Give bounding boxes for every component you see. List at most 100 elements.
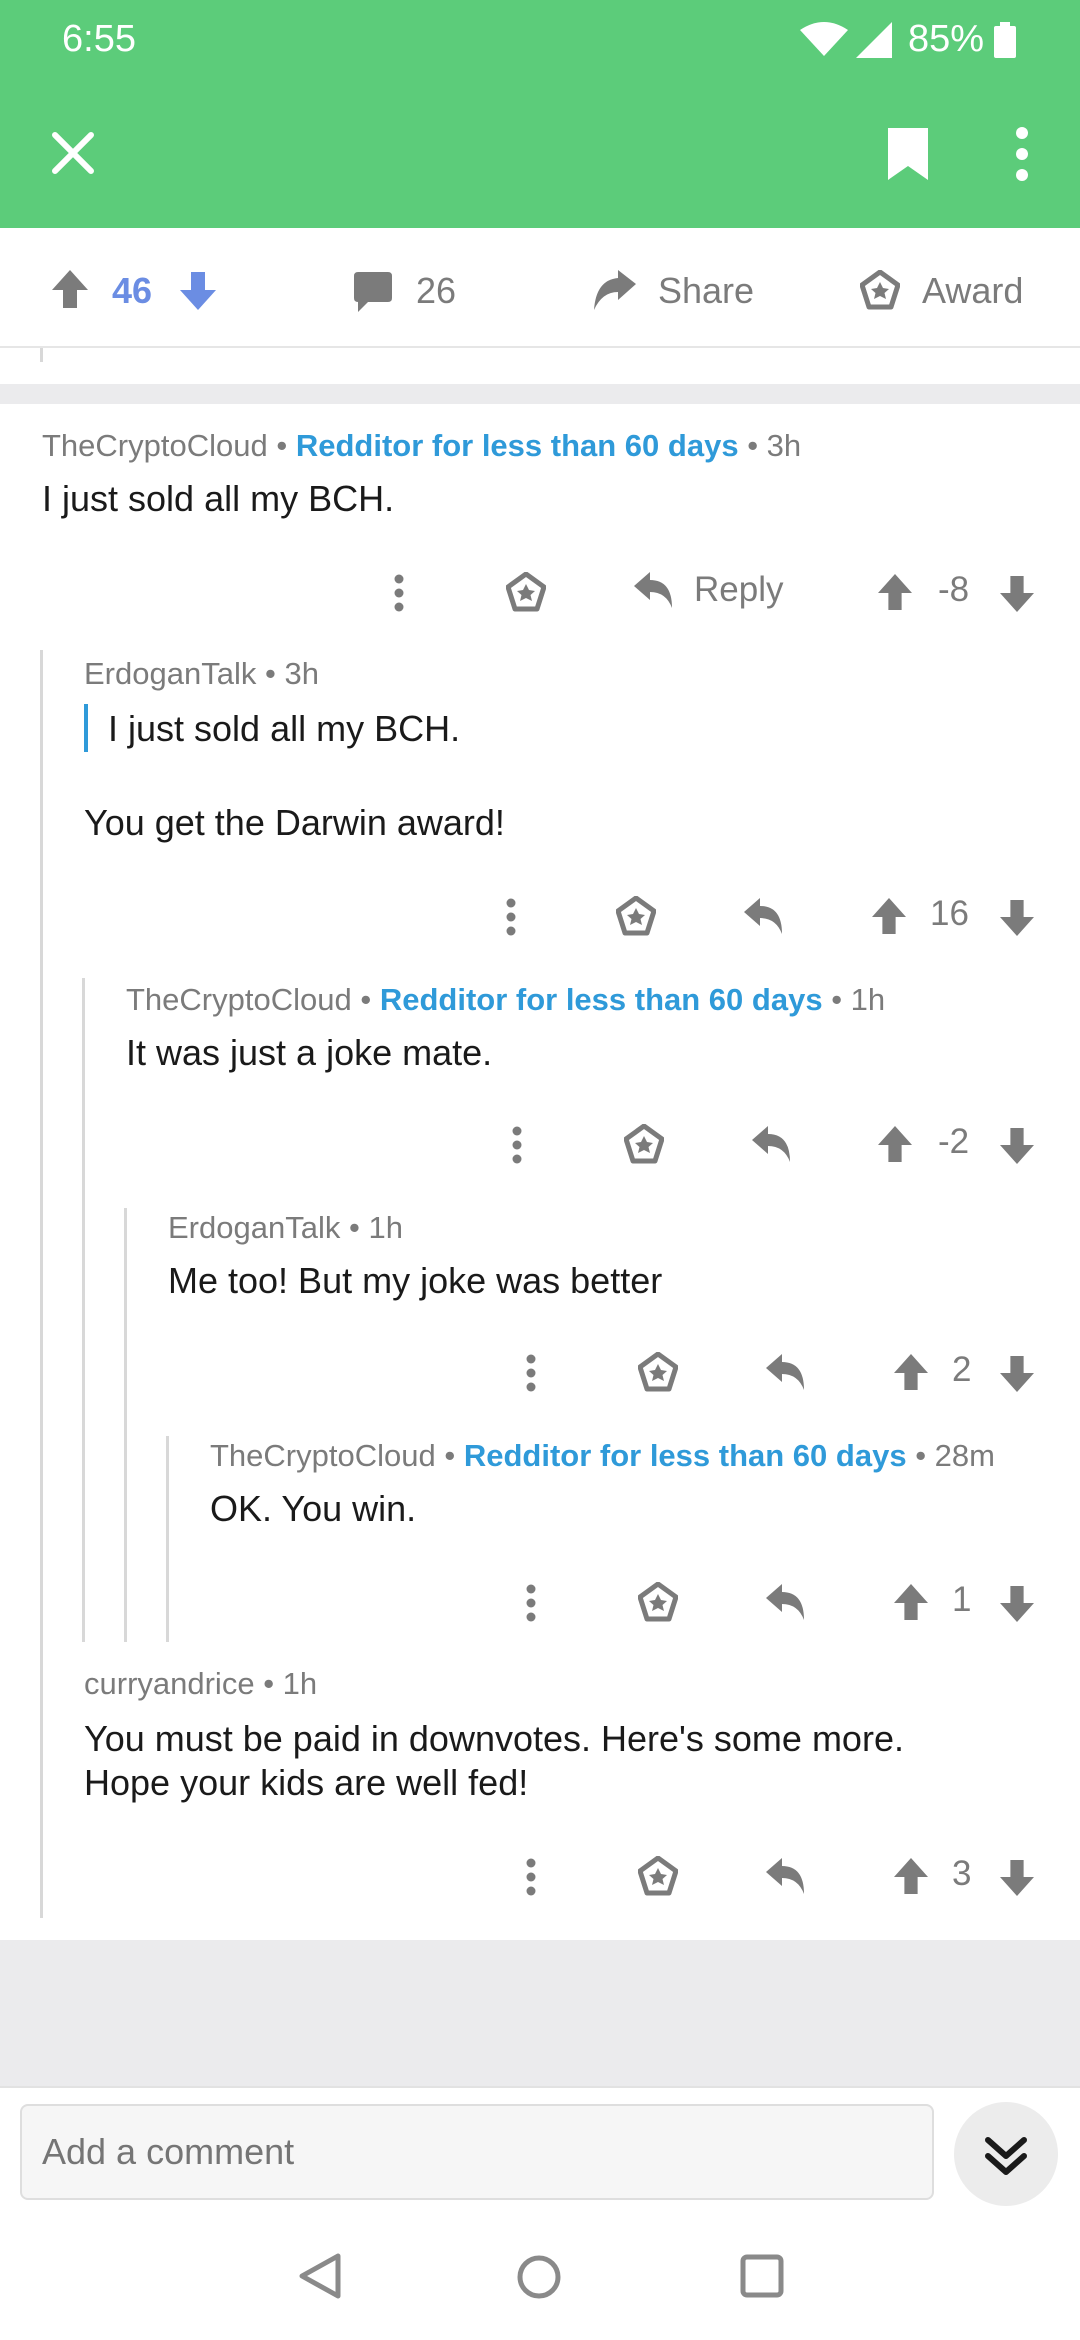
reply-button[interactable]: Reply: [694, 570, 783, 610]
quoted-text: I just sold all my BCH.: [108, 708, 461, 749]
comment-actions: 2: [0, 1340, 1080, 1404]
quote-bar: [84, 704, 88, 752]
overflow-menu-icon[interactable]: [1014, 126, 1030, 182]
comment-author[interactable]: TheCryptoCloud: [42, 428, 268, 463]
thread-line: [40, 348, 43, 362]
downvote-icon[interactable]: [1000, 1586, 1034, 1622]
comment-body: Hope your kids are well fed!: [84, 1762, 529, 1803]
meta-separator: •: [915, 1438, 927, 1473]
top-toolbar: [0, 80, 1080, 228]
reply-icon[interactable]: [752, 1126, 790, 1162]
comment-age: 1h: [368, 1210, 403, 1245]
award-icon[interactable]: [624, 1124, 664, 1164]
empty-footer-area: [0, 1940, 1080, 2086]
upvote-icon[interactable]: [878, 1126, 912, 1162]
system-nav-bar: [0, 2216, 1080, 2340]
user-flair: Redditor for less than 60 days: [295, 428, 739, 463]
reply-icon[interactable]: [766, 1354, 804, 1390]
downvote-icon[interactable]: [1000, 1356, 1034, 1392]
comment-body: OK. You win.: [210, 1488, 417, 1529]
award-icon[interactable]: [860, 270, 900, 310]
meta-separator: •: [360, 982, 372, 1017]
comment-body: You get the Darwin award!: [84, 802, 505, 843]
downvote-icon[interactable]: [1000, 576, 1034, 612]
section-divider: [0, 384, 1080, 404]
comment-age: 3h: [284, 656, 319, 691]
thread-line: [82, 978, 85, 1642]
nav-home-icon[interactable]: [516, 2254, 562, 2300]
reply-icon[interactable]: [744, 898, 782, 934]
upvote-icon[interactable]: [894, 1858, 928, 1894]
share-icon[interactable]: [594, 270, 636, 310]
comment-score: 2: [952, 1350, 972, 1389]
reply-icon[interactable]: [766, 1584, 804, 1620]
comment-actions: 3: [0, 1844, 1080, 1908]
collapse-down-icon[interactable]: [954, 2102, 1058, 2206]
comment-actions: Reply -8: [0, 560, 1080, 624]
nav-recents-icon[interactable]: [740, 2254, 784, 2298]
upvote-icon[interactable]: [894, 1354, 928, 1390]
battery-icon: [994, 22, 1016, 58]
comment-meta: TheCryptoCloud • Redditor for less than …: [126, 982, 885, 1018]
status-bar: 6:55 85%: [0, 0, 1080, 80]
comment-meta: ErdoganTalk • 1h: [168, 1210, 403, 1246]
comment-author[interactable]: TheCryptoCloud: [126, 982, 352, 1017]
close-icon[interactable]: [50, 130, 96, 176]
meta-separator: •: [348, 1210, 360, 1245]
comment-score: -2: [938, 1122, 970, 1161]
add-comment-input[interactable]: [20, 2104, 934, 2200]
more-icon[interactable]: [392, 574, 406, 612]
comment-body: I just sold all my BCH.: [42, 478, 395, 519]
award-icon[interactable]: [616, 896, 656, 936]
user-flair: Redditor for less than 60 days: [463, 1438, 907, 1473]
battery-percent: 85%: [908, 18, 985, 60]
more-icon[interactable]: [524, 1354, 538, 1392]
upvote-icon[interactable]: [52, 270, 88, 308]
award-button[interactable]: Award: [922, 270, 1023, 312]
comment-meta: TheCryptoCloud • Redditor for less than …: [210, 1438, 995, 1474]
reply-icon[interactable]: [766, 1858, 804, 1894]
meta-separator: •: [747, 428, 759, 463]
more-icon[interactable]: [504, 898, 518, 936]
comment-author[interactable]: curryandrice: [84, 1666, 255, 1701]
comment-score: 3: [952, 1854, 972, 1893]
meta-separator: •: [444, 1438, 456, 1473]
downvote-icon[interactable]: [1000, 900, 1034, 936]
more-icon[interactable]: [510, 1126, 524, 1164]
award-icon[interactable]: [506, 572, 546, 612]
downvote-icon[interactable]: [1000, 1860, 1034, 1896]
comment-composer: [0, 2086, 1080, 2216]
comment-age: 1h: [850, 982, 886, 1017]
cell-signal-icon: [856, 22, 892, 58]
comment-actions: 1: [0, 1570, 1080, 1634]
thread-line: [40, 650, 43, 1918]
reply-icon[interactable]: [634, 572, 672, 608]
comment-actions: 16: [0, 884, 1080, 948]
award-icon[interactable]: [638, 1352, 678, 1392]
comment-body: You must be paid in downvotes. Here's so…: [84, 1718, 904, 1759]
comment-score: 1: [952, 1580, 972, 1619]
comment-icon[interactable]: [354, 272, 392, 312]
comment-body: Me too! But my joke was better: [168, 1260, 663, 1301]
comment-meta: TheCryptoCloud • Redditor for less than …: [42, 428, 801, 464]
downvote-icon[interactable]: [180, 272, 216, 310]
upvote-icon[interactable]: [878, 574, 912, 610]
award-icon[interactable]: [638, 1856, 678, 1896]
downvote-icon[interactable]: [1000, 1128, 1034, 1164]
comment-author[interactable]: ErdoganTalk: [84, 656, 256, 691]
post-action-bar: 46 26 Share Award: [0, 228, 1080, 348]
comment-count[interactable]: 26: [416, 270, 456, 312]
upvote-icon[interactable]: [894, 1584, 928, 1620]
award-icon[interactable]: [638, 1582, 678, 1622]
user-flair: Redditor for less than 60 days: [379, 982, 823, 1017]
nav-back-icon[interactable]: [298, 2252, 342, 2300]
more-icon[interactable]: [524, 1584, 538, 1622]
share-button[interactable]: Share: [658, 270, 754, 312]
wifi-icon: [800, 22, 848, 58]
more-icon[interactable]: [524, 1858, 538, 1896]
comment-age: 28m: [934, 1438, 995, 1473]
comment-author[interactable]: ErdoganTalk: [168, 1210, 340, 1245]
comment-author[interactable]: TheCryptoCloud: [210, 1438, 436, 1473]
bookmark-icon[interactable]: [886, 126, 930, 182]
upvote-icon[interactable]: [872, 898, 906, 934]
